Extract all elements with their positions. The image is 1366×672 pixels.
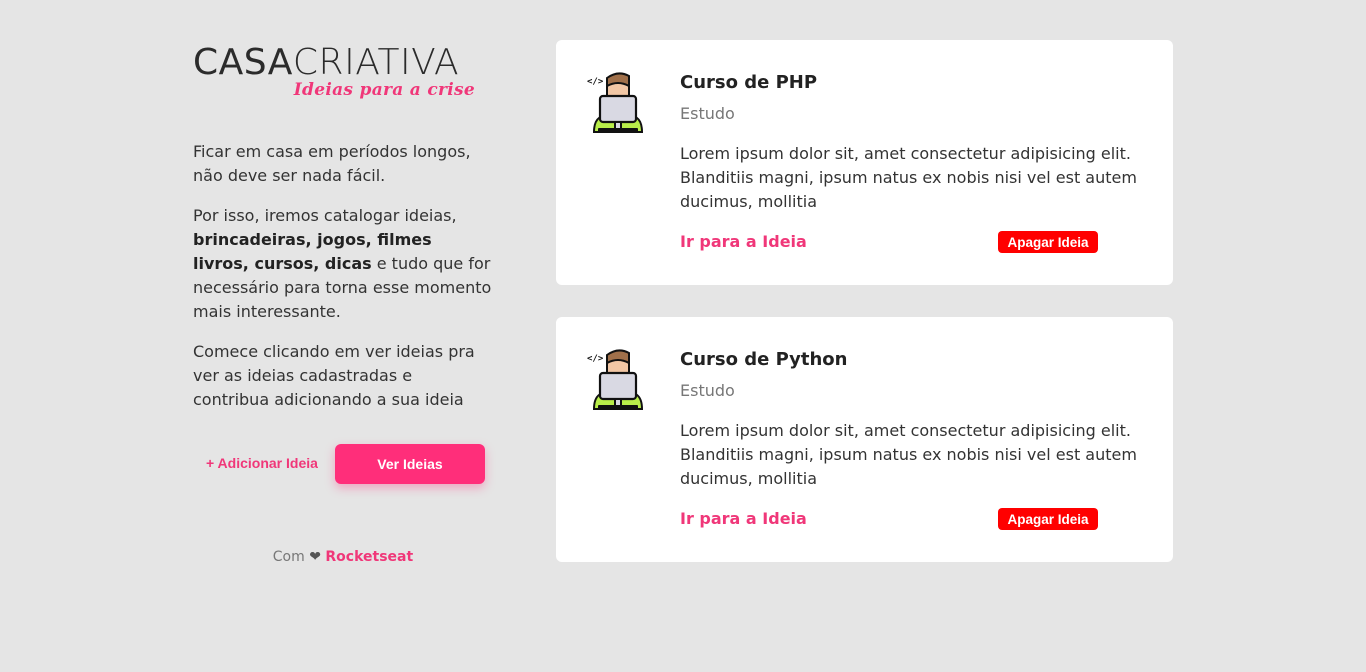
go-to-idea-link[interactable]: Ir para a Ideia [680, 232, 807, 251]
idea-category: Estudo [680, 104, 735, 123]
footer-prefix: Com [272, 549, 305, 565]
logo-part-criativa: CRIATIVA [292, 42, 460, 83]
logo-wordmark: CASACRIATIVA [193, 44, 485, 82]
see-ideas-button[interactable]: Ver Ideias [335, 444, 485, 484]
sidebar-actions: + Adicionar Ideia Ver Ideias [193, 444, 493, 484]
logo-tagline: Ideias para a crise [293, 80, 475, 100]
idea-title: Curso de Python [680, 349, 848, 370]
developer-laptop-icon: </> [587, 349, 644, 410]
svg-text:</>: </> [587, 77, 604, 87]
developer-laptop-icon: </> [587, 72, 644, 133]
add-idea-link[interactable]: + Adicionar Ideia [206, 455, 318, 471]
intro-paragraph-3: Comece clicando em ver ideias pra ver as… [193, 342, 475, 409]
ideas-list: </> Curso de PHP Estudo Lorem ipsum dolo… [556, 40, 1173, 594]
delete-idea-button[interactable]: Apagar Ideia [998, 508, 1098, 530]
heart-icon: ❤ [309, 549, 321, 565]
logo-part-casa: CASA [193, 42, 293, 83]
idea-description: Lorem ipsum dolor sit, amet consectetur … [680, 421, 1137, 488]
idea-title: Curso de PHP [680, 72, 818, 93]
logo[interactable]: CASACRIATIVA Ideias para a crise [193, 44, 485, 104]
idea-card: </> Curso de Python Estudo Lorem ipsum d… [556, 317, 1173, 562]
go-to-idea-link[interactable]: Ir para a Ideia [680, 509, 807, 528]
sidebar: CASACRIATIVA Ideias para a crise Ficar e… [193, 44, 493, 566]
intro-text: Ficar em casa em períodos longos, não de… [193, 140, 493, 412]
delete-idea-button[interactable]: Apagar Ideia [998, 231, 1098, 253]
page: CASACRIATIVA Ideias para a crise Ficar e… [0, 0, 1366, 672]
footer-brand-link[interactable]: Rocketseat [325, 549, 413, 565]
intro-paragraph-2: Por isso, iremos catalogar ideias, brinc… [193, 204, 493, 324]
intro-paragraph-2-start: Por isso, iremos catalogar ideias, [193, 206, 457, 225]
intro-paragraph-1: Ficar em casa em períodos longos, não de… [193, 142, 471, 185]
idea-category: Estudo [680, 381, 735, 400]
svg-text:</>: </> [587, 354, 604, 364]
idea-card: </> Curso de PHP Estudo Lorem ipsum dolo… [556, 40, 1173, 285]
idea-description: Lorem ipsum dolor sit, amet consectetur … [680, 144, 1137, 211]
footer: Com ❤ Rocketseat [193, 549, 493, 565]
